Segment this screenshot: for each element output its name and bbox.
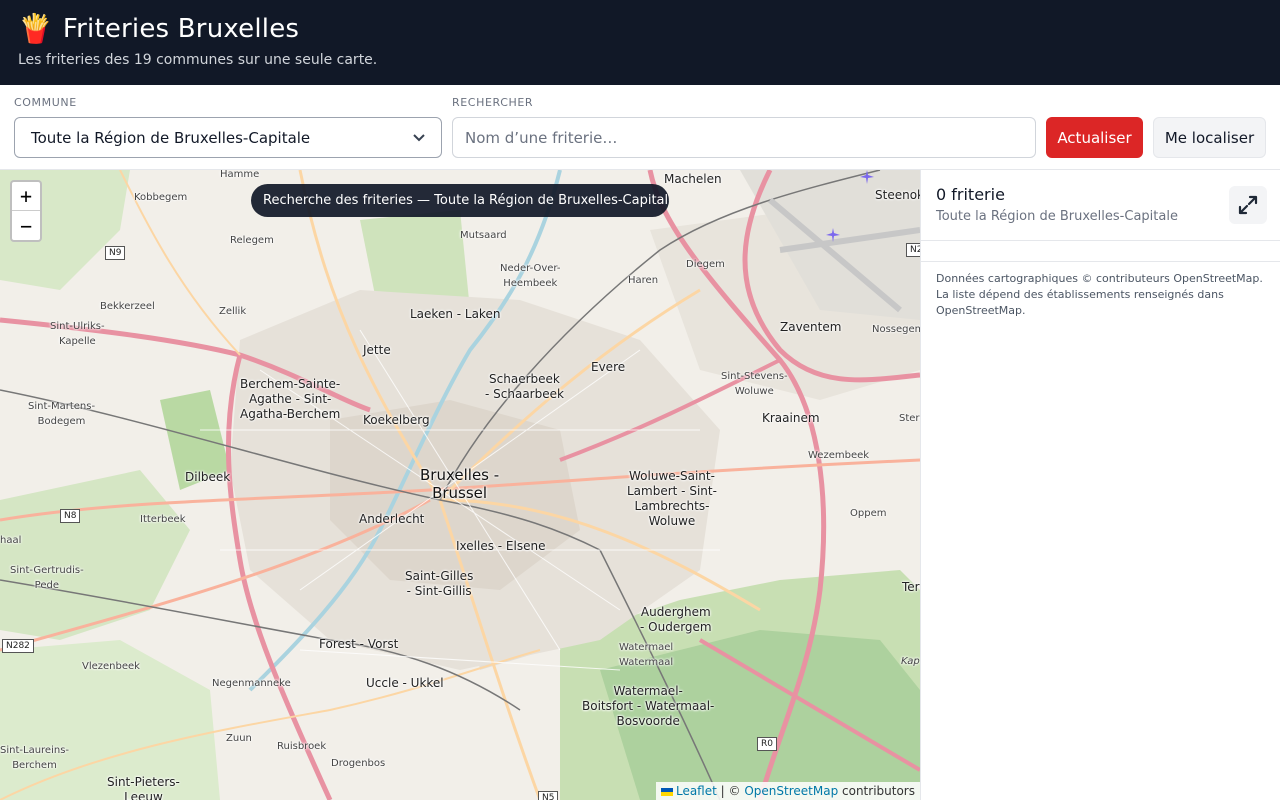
chevron-down-icon <box>413 131 425 145</box>
map-view[interactable]: Hamme Kobbegem Relegem Mutsaard Neder-Ov… <box>0 170 920 800</box>
road-shield-n8: N8 <box>60 509 81 523</box>
map-label-sint-ulriks-kapelle: Sint-Ulriks- Kapelle <box>50 321 105 347</box>
fries-logo-icon: 🍟 <box>18 12 53 45</box>
map-label-ruisbroek: Ruisbroek <box>277 741 327 752</box>
map-label-forest: Forest - Vorst <box>319 637 399 651</box>
map-label-ixelles: Ixelles - Elsene <box>456 539 546 553</box>
map-label-haal: haal <box>0 535 22 546</box>
map-label-sint-stevens-woluwe: Sint-Stevens- Woluwe <box>721 371 788 397</box>
map-label-nossegem: Nossegem <box>872 324 920 335</box>
ukraine-flag-icon <box>660 787 673 796</box>
map-label-saint-gilles: Saint-Gilles - Sint-Gillis <box>405 569 474 598</box>
results-panel: 0 friterie Toute la Région de Bruxelles-… <box>920 170 1280 800</box>
locate-me-button[interactable]: Me localiser <box>1153 117 1266 158</box>
map-label-kobbegem: Kobbegem <box>134 192 188 203</box>
map-label-koekelberg: Koekelberg <box>363 413 430 427</box>
airport-icon <box>860 170 874 184</box>
road-shield-n2: N2 <box>906 243 920 257</box>
map-label-zellik: Zellik <box>219 306 247 317</box>
map-label-schaerbeek: Schaerbeek - Schaarbeek <box>485 372 564 401</box>
map-label-sint-martens-bodegem: Sint-Martens- Bodegem <box>28 401 96 427</box>
map-label-sint-laureins-berchem: Sint-Laureins- Berchem <box>0 745 70 771</box>
map-label-negenmanneke: Negenmanneke <box>212 678 291 689</box>
map-label-relegem: Relegem <box>230 235 274 246</box>
commune-select[interactable]: Toute la Région de Bruxelles-Capitale <box>14 117 442 158</box>
map-label-berchem: Berchem-Sainte- Agathe - Sint- Agatha-Be… <box>240 377 341 421</box>
map-label-kraainem: Kraainem <box>762 411 820 425</box>
road-shield-n5: N5 <box>538 791 559 800</box>
zoom-out-button[interactable]: − <box>12 211 40 240</box>
map-label-bekkerzeel: Bekkerzeel <box>100 301 155 312</box>
divider <box>921 261 1280 262</box>
map-label-vlezenbeek: Vlezenbeek <box>82 661 140 672</box>
map-label-oppem: Oppem <box>850 508 887 519</box>
zoom-control: + − <box>10 180 42 242</box>
map-label-haren: Haren <box>628 275 659 286</box>
map-label-sint-pieters-leeuw: Sint-Pieters- Leeuw <box>107 775 180 800</box>
expand-icon <box>1238 195 1258 215</box>
map-label-watermael-boitsfort: Watermael- Boitsfort - Watermaal- Bosvoo… <box>582 684 715 728</box>
map-label-jette: Jette <box>363 343 391 357</box>
map-label-kapelle: Kap <box>901 656 920 667</box>
osm-link[interactable]: OpenStreetMap <box>744 784 838 798</box>
search-label: RECHERCHER <box>452 96 534 109</box>
results-count: 0 friterie <box>936 185 1005 204</box>
map-label-laeken: Laeken - Laken <box>410 307 501 321</box>
map-label-mutsaard: Mutsaard <box>460 230 507 241</box>
loading-toast: Recherche des friteries — Toute la Régio… <box>251 184 669 217</box>
map-label-drogenbos: Drogenbos <box>331 758 386 769</box>
map-label-evere: Evere <box>591 360 626 374</box>
map-label-sint-gertrudis-pede: Sint-Gertrudis- Pede <box>10 565 84 591</box>
road-shield-n282: N282 <box>2 639 34 653</box>
map-label-diegem: Diegem <box>686 259 725 270</box>
app-header: 🍟 Friteries Bruxelles Les friteries des … <box>0 0 1280 85</box>
map-label-steenokkerzeel: Steenok <box>875 188 920 202</box>
attribution-separator: | © <box>720 784 741 798</box>
map-attribution: Leaflet | © OpenStreetMap contributors <box>655 782 920 800</box>
map-label-anderlecht: Anderlecht <box>359 512 425 526</box>
search-input[interactable] <box>452 117 1036 158</box>
map-label-bruxelles: Bruxelles - Brussel <box>420 466 500 502</box>
refresh-button[interactable]: Actualiser <box>1046 117 1143 158</box>
app-title: Friteries Bruxelles <box>62 14 300 44</box>
road-shield-r0: R0 <box>757 737 777 751</box>
commune-selected-value: Toute la Région de Bruxelles-Capitale <box>31 128 311 147</box>
expand-button[interactable] <box>1229 186 1267 224</box>
road-shield-n9: N9 <box>105 246 126 260</box>
title-row: 🍟 Friteries Bruxelles <box>18 12 299 46</box>
map-label-itterbeek: Itterbeek <box>140 514 186 525</box>
map-label-auderghem: Auderghem - Oudergem <box>640 605 712 634</box>
leaflet-link[interactable]: Leaflet <box>676 784 717 798</box>
filter-bar: COMMUNE Toute la Région de Bruxelles-Cap… <box>0 85 1280 170</box>
map-label-zuun: Zuun <box>226 733 252 744</box>
map-label-dilbeek: Dilbeek <box>185 470 231 484</box>
map-label-wezembeek: Wezembeek <box>808 450 870 461</box>
zoom-in-button[interactable]: + <box>12 182 40 211</box>
map-label-zaventem: Zaventem <box>780 320 842 334</box>
airport-icon <box>826 228 840 242</box>
map-label-neder-over-heembeek: Neder-Over- Heembeek <box>500 263 561 289</box>
commune-label: COMMUNE <box>14 96 77 109</box>
map-label-hamme: Hamme <box>220 170 260 180</box>
app-subtitle: Les friteries des 19 communes sur une se… <box>18 52 378 68</box>
map-label-uccle: Uccle - Ukkel <box>366 676 444 690</box>
attribution-suffix: contributors <box>842 784 915 798</box>
map-label-machelen: Machelen <box>664 172 722 186</box>
divider <box>921 240 1280 241</box>
map-label-sterrebeek: Stere <box>899 413 920 424</box>
map-label-tervuren: Ter <box>902 580 920 594</box>
data-credits: Données cartographiques © contributeurs … <box>936 272 1263 317</box>
map-label-watermael: Watermael Watermaal <box>619 642 674 668</box>
map-label-woluwe-saint-lambert: Woluwe-Saint- Lambert - Sint- Lambrechts… <box>627 469 717 528</box>
results-scope: Toute la Région de Bruxelles-Capitale <box>936 209 1178 224</box>
